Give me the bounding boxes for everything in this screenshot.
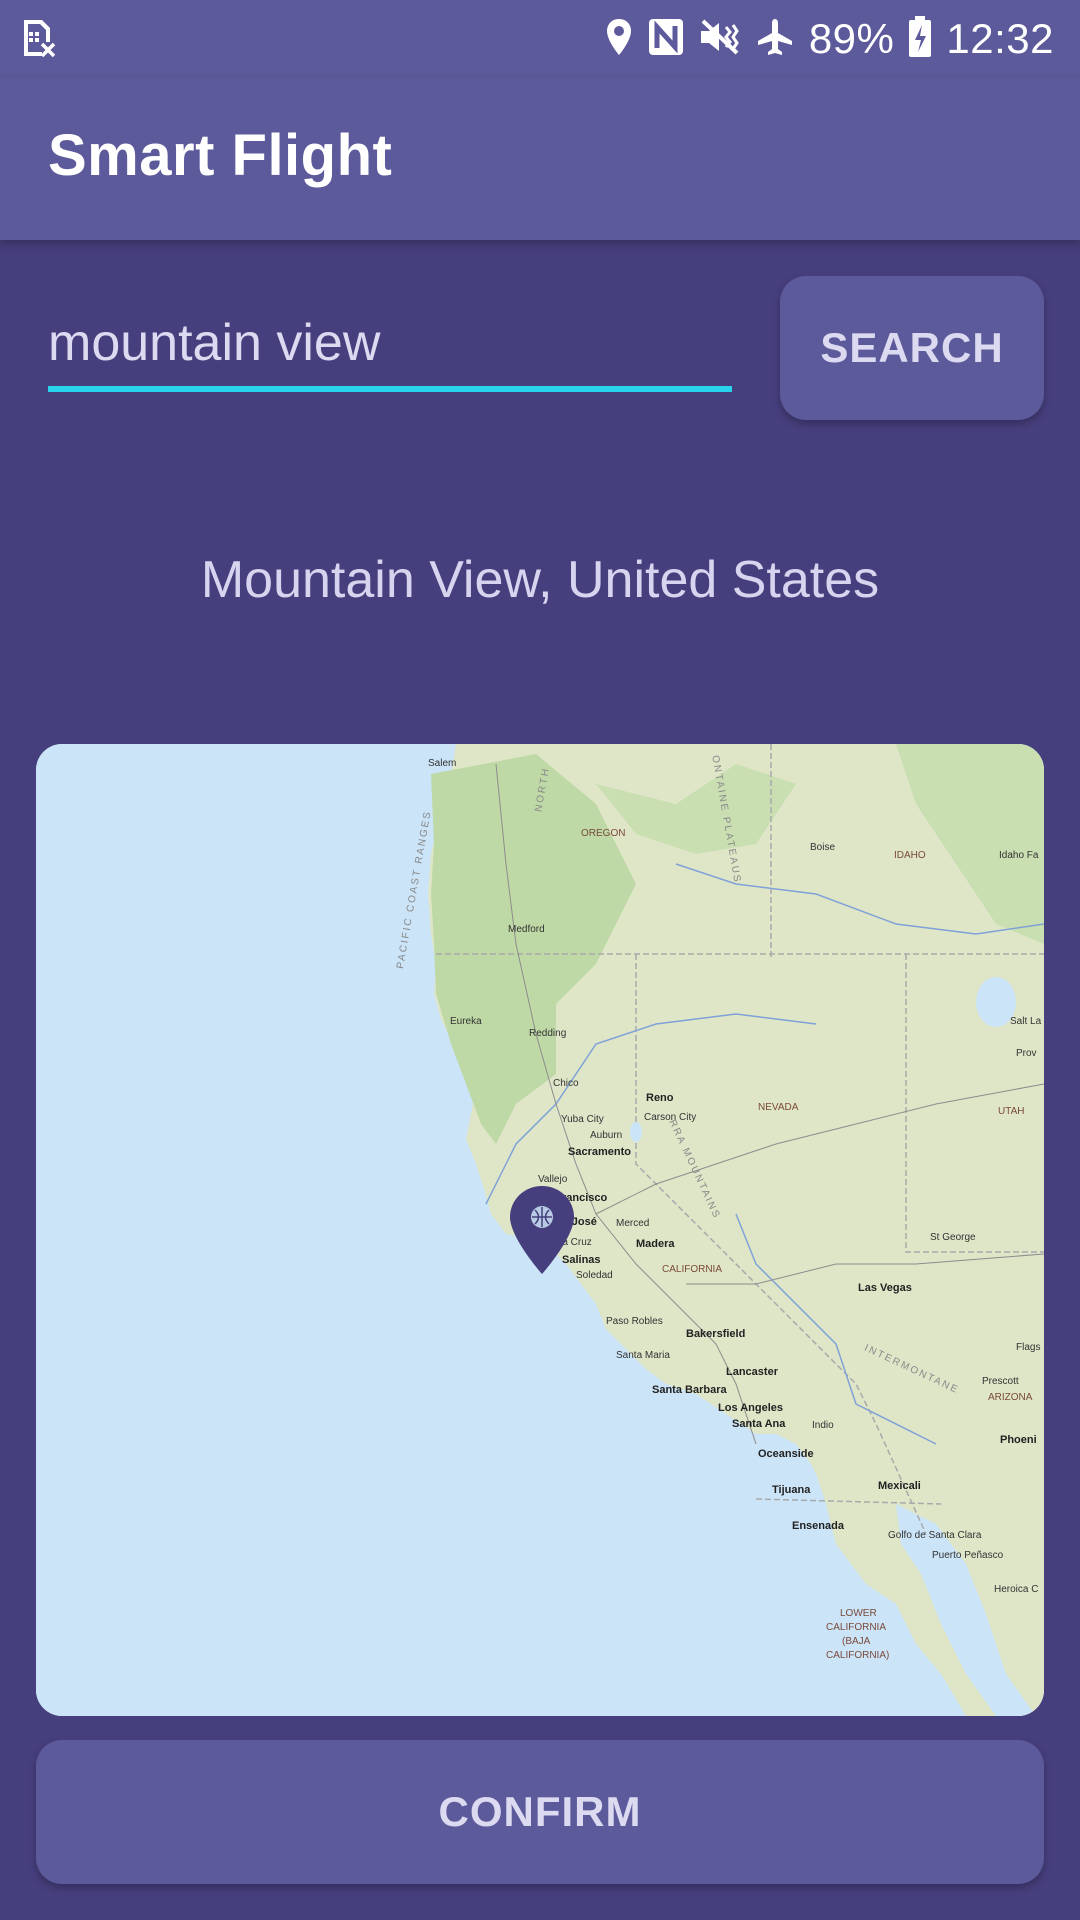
map-label-oceanside: Oceanside — [758, 1448, 814, 1460]
map-label-arizona: ARIZONA — [988, 1392, 1033, 1403]
map-label-reno: Reno — [646, 1092, 674, 1104]
status-bar: 89% 12:32 — [0, 0, 1080, 78]
map-label-redding: Redding — [529, 1028, 567, 1039]
map-label-st-george: St George — [930, 1232, 976, 1243]
map-label-idaho-falls: Idaho Fa — [999, 850, 1039, 861]
map-label-santa-barbara: Santa Barbara — [652, 1384, 727, 1396]
map-label-santa-maria: Santa Maria — [616, 1350, 670, 1361]
mute-vibrate-icon — [699, 17, 741, 62]
map-label-soledad: Soledad — [576, 1270, 613, 1281]
map-label-lower-california-2: CALIFORNIA — [826, 1622, 887, 1633]
app-bar: Smart Flight — [0, 78, 1080, 240]
map-label-prescott: Prescott — [982, 1376, 1019, 1387]
map-label-california: CALIFORNIA — [662, 1264, 723, 1275]
map-label-madera: Madera — [636, 1238, 675, 1250]
map-label-auburn: Auburn — [590, 1130, 623, 1141]
map-label-idaho: IDAHO — [894, 850, 926, 861]
map-label-bakersfield: Bakersfield — [686, 1328, 746, 1340]
map-label-santa-ana: Santa Ana — [732, 1418, 786, 1430]
map-view[interactable]: Salem OREGON Boise IDAHO Idaho Fa Medfor… — [36, 744, 1044, 1716]
map-label-heroica: Heroica C — [994, 1584, 1039, 1595]
map-label-oregon: OREGON — [581, 828, 626, 839]
map-label-las-vegas: Las Vegas — [858, 1282, 912, 1294]
map-label-indio: Indio — [812, 1420, 834, 1431]
map-label-medford: Medford — [508, 924, 545, 935]
map-label-salt-lake: Salt La — [1010, 1016, 1042, 1027]
map-label-paso-robles: Paso Robles — [606, 1316, 663, 1327]
confirm-button[interactable]: CONFIRM — [36, 1740, 1044, 1884]
map-label-tijuana: Tijuana — [772, 1484, 811, 1496]
map-label-merced: Merced — [616, 1218, 650, 1229]
sim-error-icon — [22, 18, 58, 58]
map-label-eureka: Eureka — [450, 1016, 482, 1027]
map-label-yuba-city: Yuba City — [561, 1114, 604, 1125]
map-label-provo: Prov — [1016, 1048, 1037, 1059]
map-pin-icon[interactable] — [508, 1184, 576, 1276]
search-input[interactable] — [48, 300, 732, 392]
battery-percent: 89% — [808, 15, 895, 62]
map-label-lancaster: Lancaster — [726, 1366, 778, 1378]
search-button[interactable]: SEARCH — [780, 276, 1044, 420]
nfc-icon — [647, 17, 685, 62]
map-label-puerto-penasco: Puerto Peñasco — [932, 1550, 1004, 1561]
map-label-lower-california: LOWER — [840, 1608, 877, 1619]
map-label-golfo: Golfo de Santa Clara — [888, 1530, 982, 1541]
map-label-nevada: NEVADA — [758, 1102, 799, 1113]
clock: 12:32 — [946, 15, 1054, 62]
map-label-flagstaff: Flags — [1016, 1342, 1041, 1353]
airplane-icon — [755, 17, 795, 62]
battery-charging-icon — [908, 15, 932, 63]
map-label-utah: UTAH — [998, 1106, 1025, 1117]
map-label-baja-2: CALIFORNIA) — [826, 1650, 890, 1661]
map-label-phoenix: Phoeni — [1000, 1434, 1037, 1446]
map-label-salem: Salem — [428, 758, 457, 769]
map-label-baja: (BAJA — [842, 1636, 871, 1647]
map-label-mexicali: Mexicali — [878, 1480, 921, 1492]
map-label-boise: Boise — [810, 842, 836, 853]
location-icon — [605, 17, 633, 62]
map-label-ensenada: Ensenada — [792, 1520, 844, 1532]
map-label-chico: Chico — [553, 1078, 579, 1089]
location-result-label: Mountain View, United States — [200, 551, 880, 609]
app-title: Smart Flight — [48, 123, 393, 188]
map-label-sacramento: Sacramento — [568, 1146, 631, 1158]
map-label-los-angeles: Los Angeles — [718, 1402, 783, 1414]
